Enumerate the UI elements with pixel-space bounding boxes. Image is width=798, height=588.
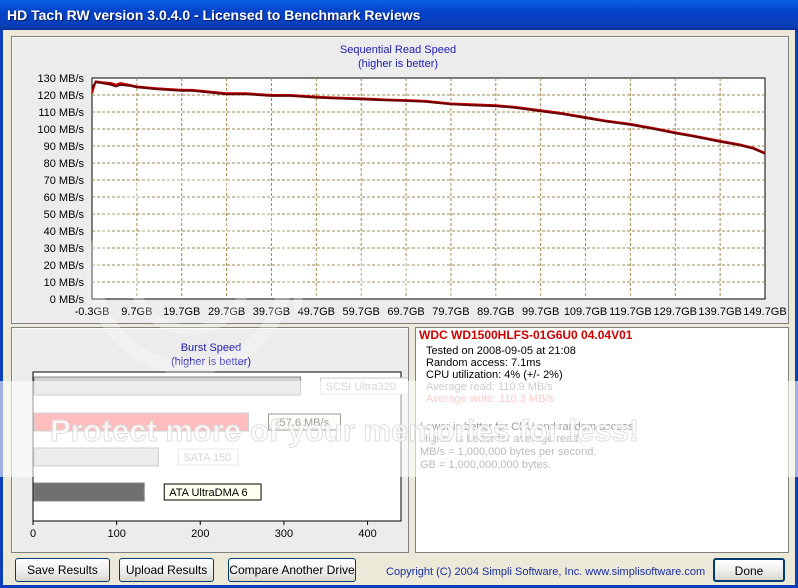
x-tick-label: 119.7GB [609,306,652,318]
burst-speed-panel: Burst Speed (higher is better) 0 100 200 30… [11,327,409,553]
burst-x-tick-label: 0 [30,528,36,540]
upload-results-button[interactable]: Upload Results [119,558,214,582]
x-tick-label: 49.7GB [298,306,335,318]
random-access: Random access: 7.1ms [426,357,541,369]
burst-label: ATA UltraDMA 6 [169,487,247,499]
note-higher-better: Higher is better for average read. [420,433,582,445]
x-tick-label: 19.7GB [163,306,200,318]
burst-title: Burst Speed [181,342,242,354]
x-tick-label: 9.7GB [121,306,152,318]
x-tick-label: 149.7GB [743,306,786,318]
x-tick-label: 89.7GB [477,306,514,318]
x-tick-label: 109.7GB [564,306,607,318]
x-tick-label: 39.7GB [253,306,290,318]
burst-label: SATA 150 [183,452,231,464]
burst-bar [33,412,249,432]
y-tick-label: 80 MB/s [44,158,85,170]
sequential-read-chart: Sequential Read Speed (higher is better)… [38,44,787,318]
x-tick-label: 79.7GB [432,306,469,318]
y-tick-label: 0 MB/s [50,294,85,306]
burst-speed-chart: Burst Speed (higher is better) 0 100 200 30… [30,342,408,540]
copyright-text: Copyright (C) 2004 Simpli Software, Inc.… [386,566,706,578]
x-tick-label: 59.7GB [343,306,380,318]
drive-model: WDC WD1500HLFS-01G6U0 04.04V01 [419,328,633,342]
burst-label: 257.6 MB/s [273,417,329,429]
average-write: Average write: 110.3 MB/s [426,393,554,405]
tested-date: Tested on 2008-09-05 at 21:08 [426,345,576,357]
note-lower-better: Lower is better for CPU and random acces… [420,421,637,433]
burst-x-tick-label: 100 [107,528,125,540]
burst-bar [33,447,159,467]
burst-subtitle: (higher is better) [171,356,251,368]
burst-x-tick-label: 300 [275,528,293,540]
compare-drive-button[interactable]: Compare Another Drive [228,558,356,582]
burst-label: SCSI Ultra320 [326,381,396,393]
sequential-read-panel: Sequential Read Speed (higher is better)… [11,36,789,324]
x-tick-label: 99.7GB [522,306,559,318]
y-tick-label: 100 MB/s [38,124,85,136]
y-tick-label: 40 MB/s [44,226,85,238]
x-tick-label: 29.7GB [208,306,245,318]
plot-area [91,77,766,300]
y-tick-label: 20 MB/s [44,260,85,272]
burst-bar [33,376,302,396]
y-tick-label: 60 MB/s [44,192,85,204]
burst-x-tick-label: 200 [191,528,209,540]
note-mbs: MB/s = 1,000,000 bytes per second. [420,446,597,458]
average-read: Average read: 110.9 MB/s [426,381,553,393]
y-tick-label: 30 MB/s [44,243,85,255]
burst-x-tick-label: 400 [358,528,376,540]
x-tick-label: -0.3GB [75,306,110,318]
note-gb: GB = 1,000,000,000 bytes. [420,459,552,471]
y-tick-label: 10 MB/s [44,277,85,289]
y-tick-label: 120 MB/s [38,90,85,102]
x-tick-label: 129.7GB [654,306,697,318]
info-panel: WDC WD1500HLFS-01G6U0 04.04V01 Tested on… [415,327,789,553]
x-tick-label: 139.7GB [698,306,741,318]
y-tick-label: 130 MB/s [38,73,85,85]
window-title: HD Tach RW version 3.0.4.0 - Licensed to… [7,7,421,23]
burst-bar [33,482,145,502]
y-tick-label: 90 MB/s [44,141,85,153]
title-bar: HD Tach RW version 3.0.4.0 - Licensed to… [0,0,798,30]
x-tick-label: 69.7GB [387,306,424,318]
chart-subtitle: (higher is better) [358,58,438,70]
chart-title: Sequential Read Speed [340,44,456,56]
cpu-utilization: CPU utilization: 4% (+/- 2%) [426,369,563,381]
y-tick-label: 70 MB/s [44,175,85,187]
save-results-button[interactable]: Save Results [15,558,110,582]
y-tick-label: 50 MB/s [44,209,85,221]
done-button[interactable]: Done [713,558,785,582]
y-tick-label: 110 MB/s [38,107,84,119]
